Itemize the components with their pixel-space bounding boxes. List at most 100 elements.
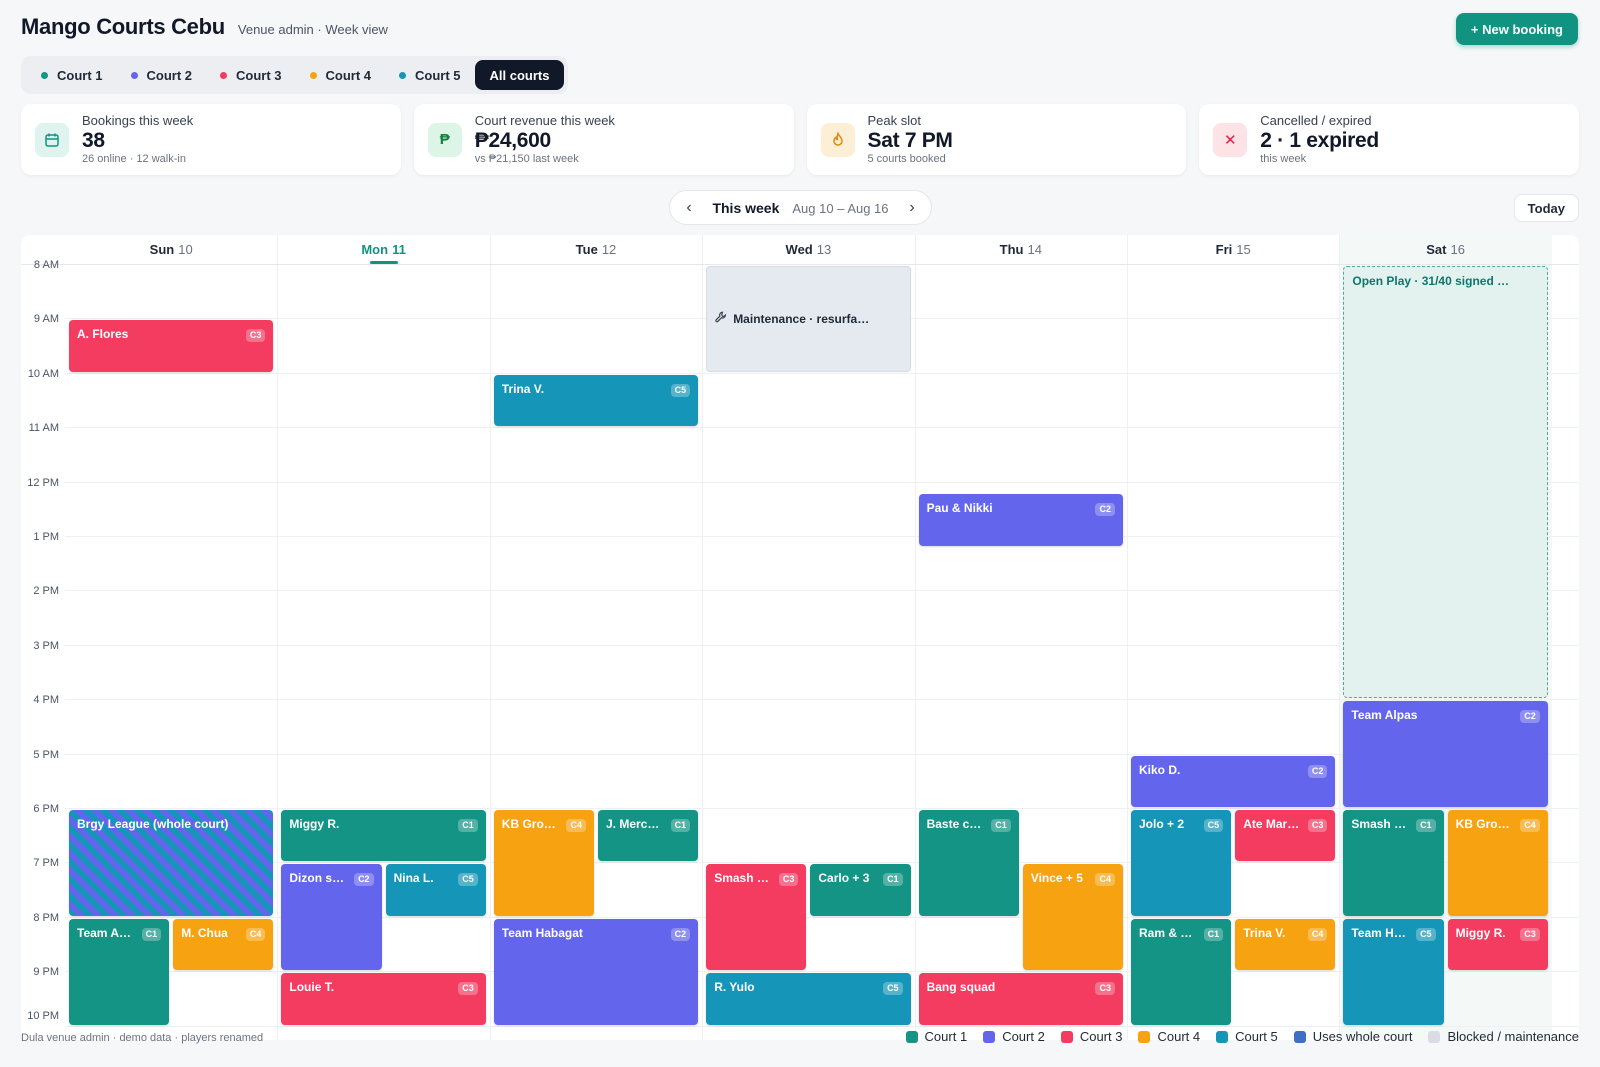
booking-name: Trina V. [501,381,545,396]
day-name: Sat [1426,242,1447,257]
day-divider [1127,235,1128,1040]
hour-label: 1 PM [33,531,59,543]
day-name: Wed [785,242,813,257]
hour-label: 10 AM [27,367,59,380]
day-divider [1339,235,1341,1040]
booking-block[interactable]: Bang squad C3 [918,973,1123,1025]
booking-block[interactable]: R. Yulo C5 [706,973,911,1025]
maintenance-block[interactable]: Maintenance · resurfacing [706,266,911,372]
legend-item: Blocked / maintenance [1428,1029,1579,1044]
booking-name: R. Yulo [714,980,755,995]
stat-card-cancelled: ✕ Cancelled / expired 2 · 1 expired this… [1199,104,1579,175]
chevron-left-icon[interactable]: ‹ [682,199,696,217]
day-header-sun[interactable]: Sun 10 [65,235,277,264]
stat-sub: 5 courts booked [867,153,946,165]
booking-block[interactable]: Team Habagat C2 [493,918,699,1025]
booking-block[interactable]: KB Group C4 [1447,810,1548,916]
booking-name: Team Habagat [501,925,583,940]
booking-block[interactable]: M. Chua C4 [173,918,274,971]
tab-all-courts[interactable]: All courts [474,60,565,90]
tab-court-5[interactable]: Court 5 [383,60,473,90]
day-header-thu[interactable]: Thu 14 [915,235,1127,264]
booking-block[interactable]: Ate Maricel C3 [1235,810,1336,862]
court-badge: C1 [141,927,162,941]
stats-row: Bookings this week 38 26 online · 12 wal… [21,104,1579,175]
peso-icon: ₱ [427,122,462,157]
day-name: Fri [1215,242,1233,257]
wrench-icon [715,311,727,326]
booking-block[interactable]: Dizon sisters C2 [281,864,382,971]
booking-block[interactable]: Team Alpas C1 [69,918,170,1025]
stat-label: Court revenue this week [474,113,615,128]
tab-court-1[interactable]: Court 1 [25,60,115,90]
court-badge: C2 [354,873,374,887]
day-name: Tue [575,242,598,257]
booking-block[interactable]: Team Habagat C5 [1343,918,1444,1025]
booking-block[interactable]: Vince + 5 C4 [1022,864,1123,971]
legend-item: Uses whole court [1293,1029,1412,1044]
court-filter-tabs: Court 1 Court 2 Court 3 Court 4 Court 5 All c… [21,56,569,94]
booking-block[interactable]: Pau & Nikki C2 [918,494,1123,546]
stat-card-revenue: ₱ Court revenue this week ₱24,600 vs ₱21… [413,104,794,175]
day-divider [702,235,704,1040]
legend-swatch [1060,1030,1073,1043]
booking-name: Open Play · 31/40 signed up [1352,274,1512,288]
booking-block[interactable]: J. Mercado C1 [598,810,699,862]
day-date: 15 [1236,242,1251,257]
booking-block[interactable]: Kiko D. C2 [1131,755,1336,807]
booking-name: Miggy R. [289,817,340,831]
booking-name: Bang squad [926,980,996,995]
tab-label: Court 4 [325,67,372,83]
court-badge: C3 [245,329,266,343]
week-navigator: ‹ This week Aug 10 – Aug 16 › [669,190,932,225]
tab-label: All courts [489,67,550,83]
court-color-dot [41,71,48,79]
booking-name: Pau & Nikki [926,501,993,516]
booking-block[interactable]: A. Flores C3 [69,320,274,372]
tab-label: Court 3 [236,67,282,83]
legend: Court 1 Court 2 Court 3 Court 4 Court 5 Uses … [905,1029,1579,1044]
new-booking-button[interactable]: + New booking [1455,13,1578,45]
booking-block[interactable]: Trina V. C4 [1235,918,1336,971]
day-date: 12 [601,242,617,257]
day-header-wed[interactable]: Wed 13 [702,235,914,264]
day-header-tue[interactable]: Tue 12 [490,235,702,264]
court-badge: C2 [670,927,691,941]
booking-name: Kiko D. [1139,762,1181,777]
booking-block[interactable]: Baste crew C1 [918,810,1019,916]
tab-court-3[interactable]: Court 3 [204,60,294,90]
booking-block[interactable]: Smash Bros C3 [706,864,807,971]
booking-block[interactable]: Smash Sisters C1 [1343,810,1444,916]
booking-block[interactable]: Nina L. C5 [385,864,486,916]
booking-block[interactable]: Miggy R. C3 [1447,918,1548,971]
booking-block[interactable]: Team Alpas C2 [1343,701,1548,807]
booking-block[interactable]: Miggy R. C1 [281,810,486,862]
tab-court-2[interactable]: Court 2 [115,60,205,90]
tab-court-4[interactable]: Court 4 [294,60,384,90]
day-header-mon[interactable]: Mon 11 [277,235,489,264]
booking-block[interactable]: Jolo + 2 C5 [1131,810,1232,916]
today-button[interactable]: Today [1513,194,1579,222]
legend-item: Court 2 [983,1029,1045,1044]
legend-label: Court 3 [1079,1029,1123,1044]
booking-block[interactable]: Ram & Co. C1 [1131,918,1232,1025]
hour-label: 7 PM [33,857,59,870]
day-header-sat[interactable]: Sat 16 [1339,235,1551,264]
booking-block[interactable]: Carlo + 3 C1 [810,864,911,916]
booking-block[interactable]: Trina V. C5 [493,374,699,427]
legend-swatch [905,1030,918,1043]
court-badge: C2 [1095,503,1115,517]
court-badge: C1 [458,819,478,832]
stat-card-peak: Peak slot Sat 7 PM 5 courts booked [806,104,1187,175]
court-badge: C1 [991,819,1011,832]
chevron-right-icon[interactable]: › [905,199,919,217]
court-badge: C4 [1520,819,1540,832]
booking-block[interactable]: Brgy League (whole court) [69,810,274,916]
booking-block[interactable]: KB Group C4 [493,810,594,916]
booking-block[interactable]: Louie T. C3 [281,973,486,1025]
day-header-fri[interactable]: Fri 15 [1127,235,1339,264]
legend-label: Court 4 [1157,1029,1201,1044]
page-subtitle: Venue admin · Week view [237,22,388,37]
open-play-block[interactable]: Open Play · 31/40 signed up [1343,266,1548,699]
header-divider [21,264,1579,265]
